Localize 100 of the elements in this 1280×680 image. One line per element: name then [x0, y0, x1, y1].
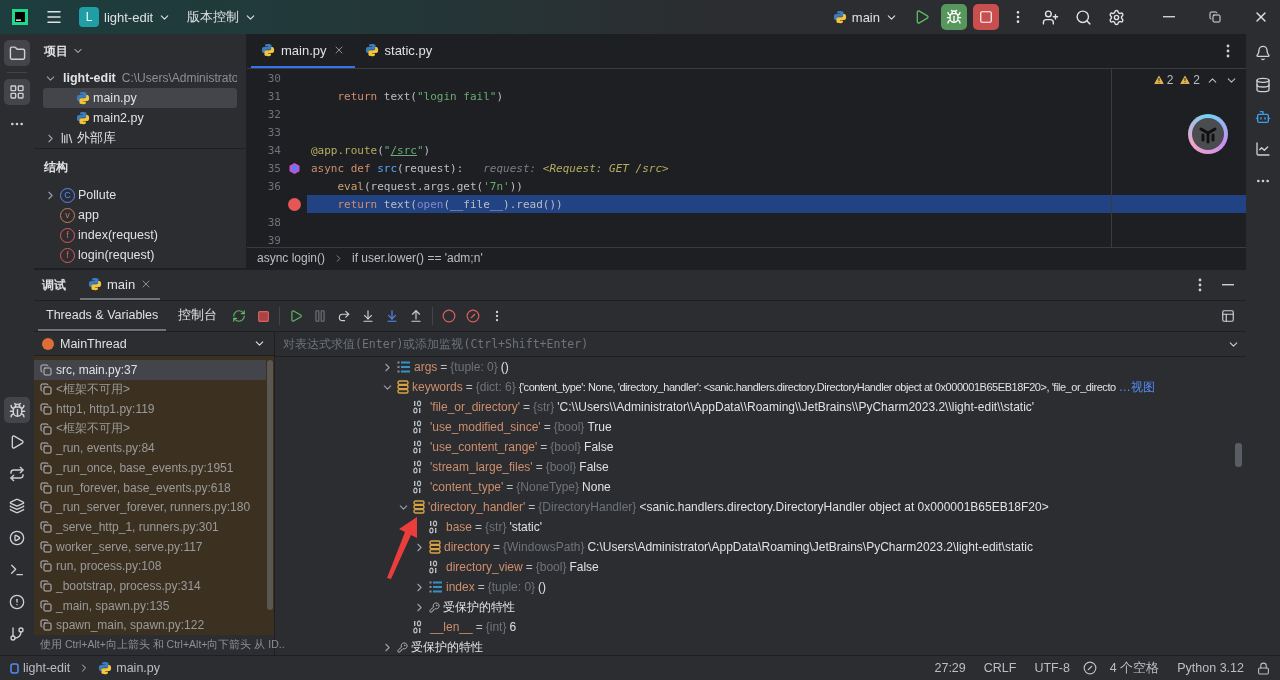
lock-icon[interactable]: [1257, 661, 1270, 675]
tree-item[interactable]: main2.py: [43, 108, 237, 128]
mute-icon: [466, 309, 481, 323]
status-item[interactable]: 4 个空格: [1104, 659, 1165, 677]
hexagon-icon: [288, 162, 300, 174]
play-icon: [914, 9, 930, 25]
frame-icon: [40, 481, 52, 494]
variable-name: keywords: [412, 380, 463, 394]
scrollbar[interactable]: [267, 360, 273, 610]
line-number: 30: [266, 71, 281, 85]
path-item[interactable]: light-edit: [10, 661, 71, 675]
variable-name: 'use_modified_since': [430, 420, 541, 434]
stack-frame[interactable]: src, main.py:37: [34, 360, 266, 380]
breakpoint-icon[interactable]: [287, 197, 301, 211]
editor-tab[interactable]: main.py: [251, 34, 355, 68]
variable-name: args: [414, 360, 438, 374]
frame-icon: [40, 579, 52, 592]
equals-sign: =: [477, 580, 485, 594]
warning-count[interactable]: 2: [1152, 73, 1174, 87]
python-icon: [88, 277, 102, 291]
session-tab[interactable]: main: [80, 270, 161, 300]
debug-button[interactable]: [941, 4, 967, 30]
scrollbar[interactable]: [1235, 443, 1242, 467]
breakpoint-icon: [442, 309, 457, 323]
run-config-button[interactable]: main: [827, 4, 903, 30]
structure-item[interactable]: f index(request): [43, 225, 237, 245]
frame-icon: [40, 442, 52, 455]
variable-value: {'content_type': None, 'directory_handler': <sanic.handlers.directory.DirectoryHandler object at 0x000001B65EB18F20>, 'file_or_directo: [518, 381, 1116, 393]
bug-icon: [8, 401, 26, 419]
variable-name: 'stream_large_files': [430, 460, 533, 474]
chart-icon: [1255, 141, 1271, 157]
variable-value: C:\Users\Administrator\AppData\Roaming\JetBrains\PyCharm2023.2\light-edit\static: [587, 540, 1033, 554]
vcs-button[interactable]: 版本控制: [182, 4, 263, 30]
variable-value: False: [579, 460, 609, 474]
python-icon: [364, 43, 379, 57]
stop-button[interactable]: [973, 4, 999, 30]
assistant-status-icon[interactable]: [1082, 661, 1097, 675]
status-item[interactable]: UTF-8: [1029, 661, 1075, 675]
step-out-icon: [409, 309, 424, 323]
python-icon: [832, 10, 847, 24]
variable-name: 'use_content_range': [430, 440, 538, 454]
variable-name: directory_view: [446, 560, 523, 574]
variable-type: {bool}: [545, 460, 577, 474]
evaluate-field[interactable]: 对表达式求值(Enter)或添加监视(Ctrl+Shift+Enter): [281, 336, 1227, 352]
warning-icon: [1152, 74, 1165, 86]
line-number: 38: [266, 215, 281, 229]
structure-item[interactable]: v app: [43, 205, 237, 225]
settings-icon: [1108, 8, 1125, 26]
status-item[interactable]: 27:29: [929, 661, 971, 675]
warning-icon: [1179, 74, 1192, 86]
library-icon: [60, 131, 74, 145]
equals-sign: =: [493, 540, 501, 554]
status-item[interactable]: Python 3.12: [1172, 661, 1249, 675]
python-icon: [261, 43, 275, 57]
variable-type: {int}: [485, 620, 507, 634]
equals-sign: =: [522, 400, 530, 414]
variable-name: 'file_or_directory': [430, 400, 520, 414]
list-icon: [397, 360, 411, 374]
variable-name: __len__: [430, 620, 473, 634]
view-link[interactable]: …视图: [1118, 378, 1155, 396]
variable-type: {DirectoryHandler}: [538, 500, 637, 514]
equals-sign: =: [465, 380, 473, 394]
path-item[interactable]: main.py: [98, 661, 161, 675]
minimize-icon: [1222, 284, 1234, 286]
layout-icon: [1221, 309, 1235, 323]
status-item[interactable]: CRLF: [978, 661, 1022, 675]
play-icon: [9, 434, 25, 450]
pause-icon: [313, 309, 328, 323]
equals-sign: =: [506, 480, 514, 494]
breadcrumb[interactable]: if user.lower() == 'adm;n': [352, 251, 483, 265]
view-tab[interactable]: 控制台: [170, 301, 226, 331]
variable-name: directory: [444, 540, 490, 554]
panel-title[interactable]: 项目: [34, 34, 246, 68]
variable-name: base: [446, 520, 473, 534]
terminal-icon: [9, 562, 25, 578]
project-button[interactable]: L light-edit: [74, 4, 177, 30]
frame-icon: [40, 501, 52, 514]
status-dot: [42, 337, 54, 350]
frame-icon: [40, 383, 52, 396]
line-number: 31: [266, 89, 281, 103]
warning-count[interactable]: 2: [1179, 73, 1200, 87]
breadcrumb[interactable]: async login(): [257, 251, 326, 265]
editor-tab[interactable]: static.py: [354, 34, 443, 68]
variable-value: None: [582, 480, 611, 494]
python-icon: [76, 111, 90, 125]
debug-tool-button[interactable]: [4, 397, 30, 423]
variable-name: 受保护的特性: [443, 598, 515, 616]
tree-item[interactable]: 外部库: [43, 128, 237, 148]
equals-sign: =: [440, 360, 448, 374]
variable-type: {bool}: [553, 420, 585, 434]
tree-item[interactable]: main.py: [43, 88, 237, 108]
variable-value: 6: [509, 620, 517, 634]
structure-tool-button[interactable]: [4, 79, 30, 105]
assistant-icon[interactable]: [1188, 114, 1228, 154]
structure-item[interactable]: f login(request): [43, 245, 237, 265]
project-tool-button[interactable]: [4, 40, 30, 66]
app-logo[interactable]: [11, 8, 29, 26]
structure-item[interactable]: C Pollute: [43, 185, 237, 205]
step-over-icon: [337, 309, 352, 323]
database-icon: [1255, 77, 1271, 93]
